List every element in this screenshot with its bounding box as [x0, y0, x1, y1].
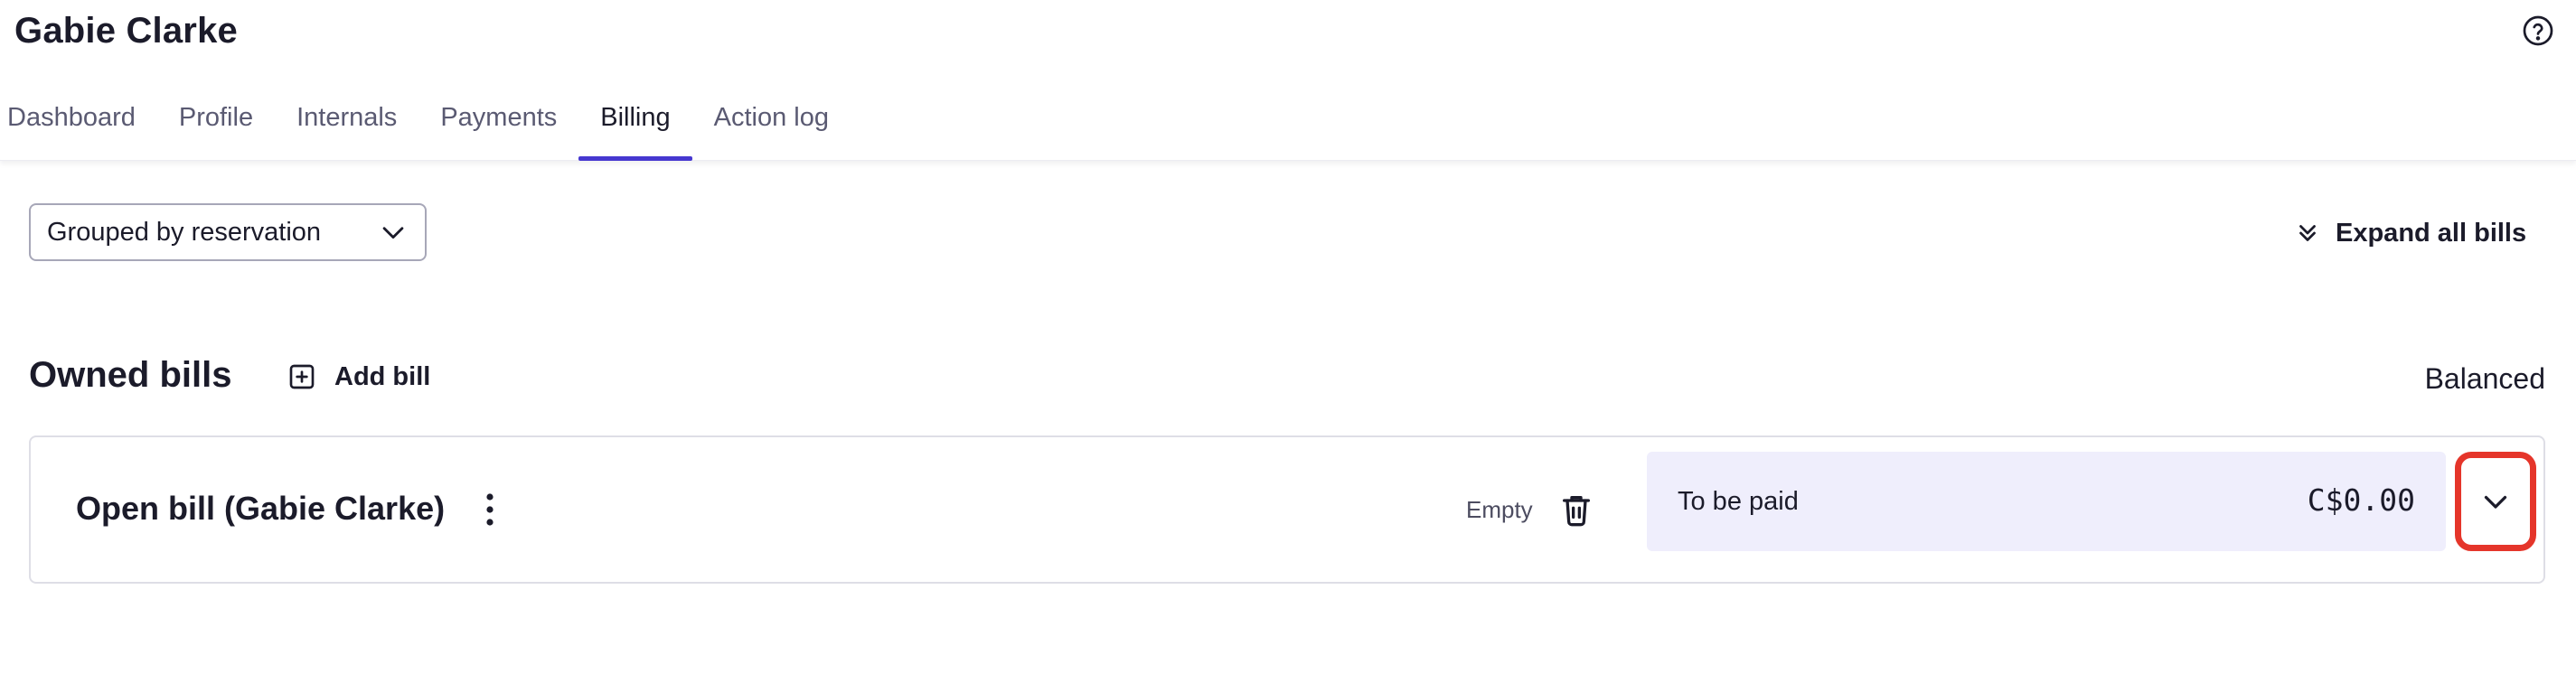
- expand-all-bills-label: Expand all bills: [2336, 218, 2527, 248]
- tab-profile[interactable]: Profile: [157, 90, 275, 161]
- bill-card: Open bill (Gabie Clarke) Empty To be pai…: [29, 435, 2545, 584]
- kebab-menu-icon: [486, 493, 494, 526]
- tab-action-log[interactable]: Action log: [692, 90, 851, 161]
- page-title: Gabie Clarke: [14, 11, 238, 51]
- owned-bills-title: Owned bills: [29, 355, 232, 395]
- add-bill-button[interactable]: Add bill: [287, 357, 430, 397]
- amount-summary: To be paid C$0.00: [1647, 452, 2446, 551]
- help-icon[interactable]: [2522, 14, 2554, 47]
- amount-value: C$0.00: [2307, 482, 2415, 518]
- tab-billing[interactable]: Billing: [578, 90, 693, 161]
- tab-bar: Dashboard Profile Internals Payments Bil…: [0, 90, 851, 161]
- tab-internals[interactable]: Internals: [275, 90, 418, 161]
- chevron-down-icon: [2484, 495, 2507, 509]
- tab-payments[interactable]: Payments: [418, 90, 578, 161]
- add-bill-label: Add bill: [334, 361, 431, 391]
- expand-bill-button[interactable]: [2455, 452, 2536, 551]
- page-header: Gabie Clarke Dashboard Profile Internals…: [0, 0, 2576, 161]
- balance-status: Balanced: [2424, 362, 2545, 395]
- trash-icon[interactable]: [1558, 491, 1594, 528]
- chevron-down-icon: [382, 227, 404, 239]
- bill-options-button[interactable]: [472, 490, 508, 529]
- grouping-select[interactable]: Grouped by reservation: [29, 203, 427, 261]
- bill-status: Empty: [1466, 496, 1533, 523]
- tab-dashboard[interactable]: Dashboard: [0, 90, 157, 161]
- grouping-select-value: Grouped by reservation: [47, 217, 322, 247]
- bill-title: Open bill (Gabie Clarke): [76, 490, 446, 527]
- amount-label: To be paid: [1678, 487, 1799, 516]
- plus-square-icon: [289, 364, 315, 389]
- double-chevron-down-icon: [2299, 225, 2316, 241]
- expand-all-bills-button[interactable]: Expand all bills: [2294, 212, 2526, 254]
